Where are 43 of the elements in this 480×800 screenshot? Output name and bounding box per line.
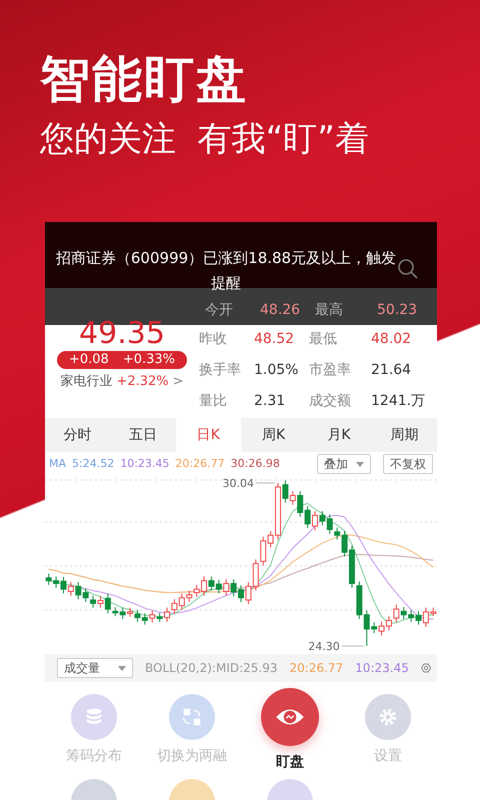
stat-label: 市盈率 bbox=[309, 361, 352, 380]
period-tab[interactable]: 五日 bbox=[110, 418, 176, 452]
sector-name: 家电行业 bbox=[60, 373, 112, 391]
stat-label: 今开 bbox=[205, 301, 234, 320]
stat-value: 48.52 bbox=[254, 330, 296, 349]
stat-value: 1241.万 bbox=[371, 392, 426, 411]
stat-label: 昨收 bbox=[199, 330, 228, 349]
stat-label: 换手率 bbox=[199, 361, 242, 380]
period-tab[interactable]: 分时 bbox=[45, 418, 110, 452]
ma-value: 5:24.52 bbox=[72, 456, 114, 472]
adjust-button[interactable]: 不复权 bbox=[383, 454, 433, 474]
stat-value: 1.05% bbox=[254, 361, 300, 380]
indicator-value: BOLL(20,2):MID:25.93 bbox=[145, 660, 278, 677]
low-price-label: 24.30 bbox=[308, 640, 340, 653]
high-price-label: 30.04 bbox=[222, 477, 254, 490]
promo-headline: 智能盯盘 bbox=[40, 52, 249, 107]
stat-value: 50.23 bbox=[377, 301, 418, 320]
ma-value: 10:23.45 bbox=[120, 456, 170, 472]
ma-value: 30:26.98 bbox=[230, 456, 280, 472]
period-tab[interactable]: 日K bbox=[176, 418, 241, 452]
stat-value: 2.31 bbox=[254, 392, 286, 411]
ma-value: 20:26.77 bbox=[175, 456, 225, 472]
stat-label: 最低 bbox=[309, 330, 338, 349]
period-tab[interactable]: 周期 bbox=[372, 418, 437, 452]
stat-value: 48.02 bbox=[371, 330, 412, 349]
indicator-value: 20:26.77 bbox=[290, 660, 344, 677]
notification-text: 招商证券（600999）已涨到18.88元及以上，触发提醒 bbox=[55, 248, 397, 294]
stat-value: 21.64 bbox=[371, 361, 412, 380]
stat-label: 成交额 bbox=[309, 392, 352, 411]
ma-label: MA bbox=[49, 456, 66, 472]
period-tab[interactable]: 月K bbox=[306, 418, 372, 452]
stat-label: 最高 bbox=[315, 301, 344, 320]
stock-price: 49.35 bbox=[79, 317, 165, 351]
change-badge: +0.08 +0.33% bbox=[56, 351, 188, 369]
indicator-dropdown[interactable]: 成交量 bbox=[57, 658, 133, 678]
overlay-dropdown[interactable]: 叠加 bbox=[317, 454, 371, 474]
sector-change: +2.32% bbox=[116, 373, 169, 391]
period-tab[interactable]: 周K bbox=[240, 418, 306, 452]
stat-value: 48.26 bbox=[260, 301, 302, 320]
indicator-value: 10:23.45 bbox=[355, 660, 409, 677]
stat-label: 量比 bbox=[199, 392, 228, 411]
promo-tagline: 您的关注 有我“盯”着 bbox=[40, 119, 370, 160]
chevron-icon[interactable]: > bbox=[172, 372, 184, 392]
